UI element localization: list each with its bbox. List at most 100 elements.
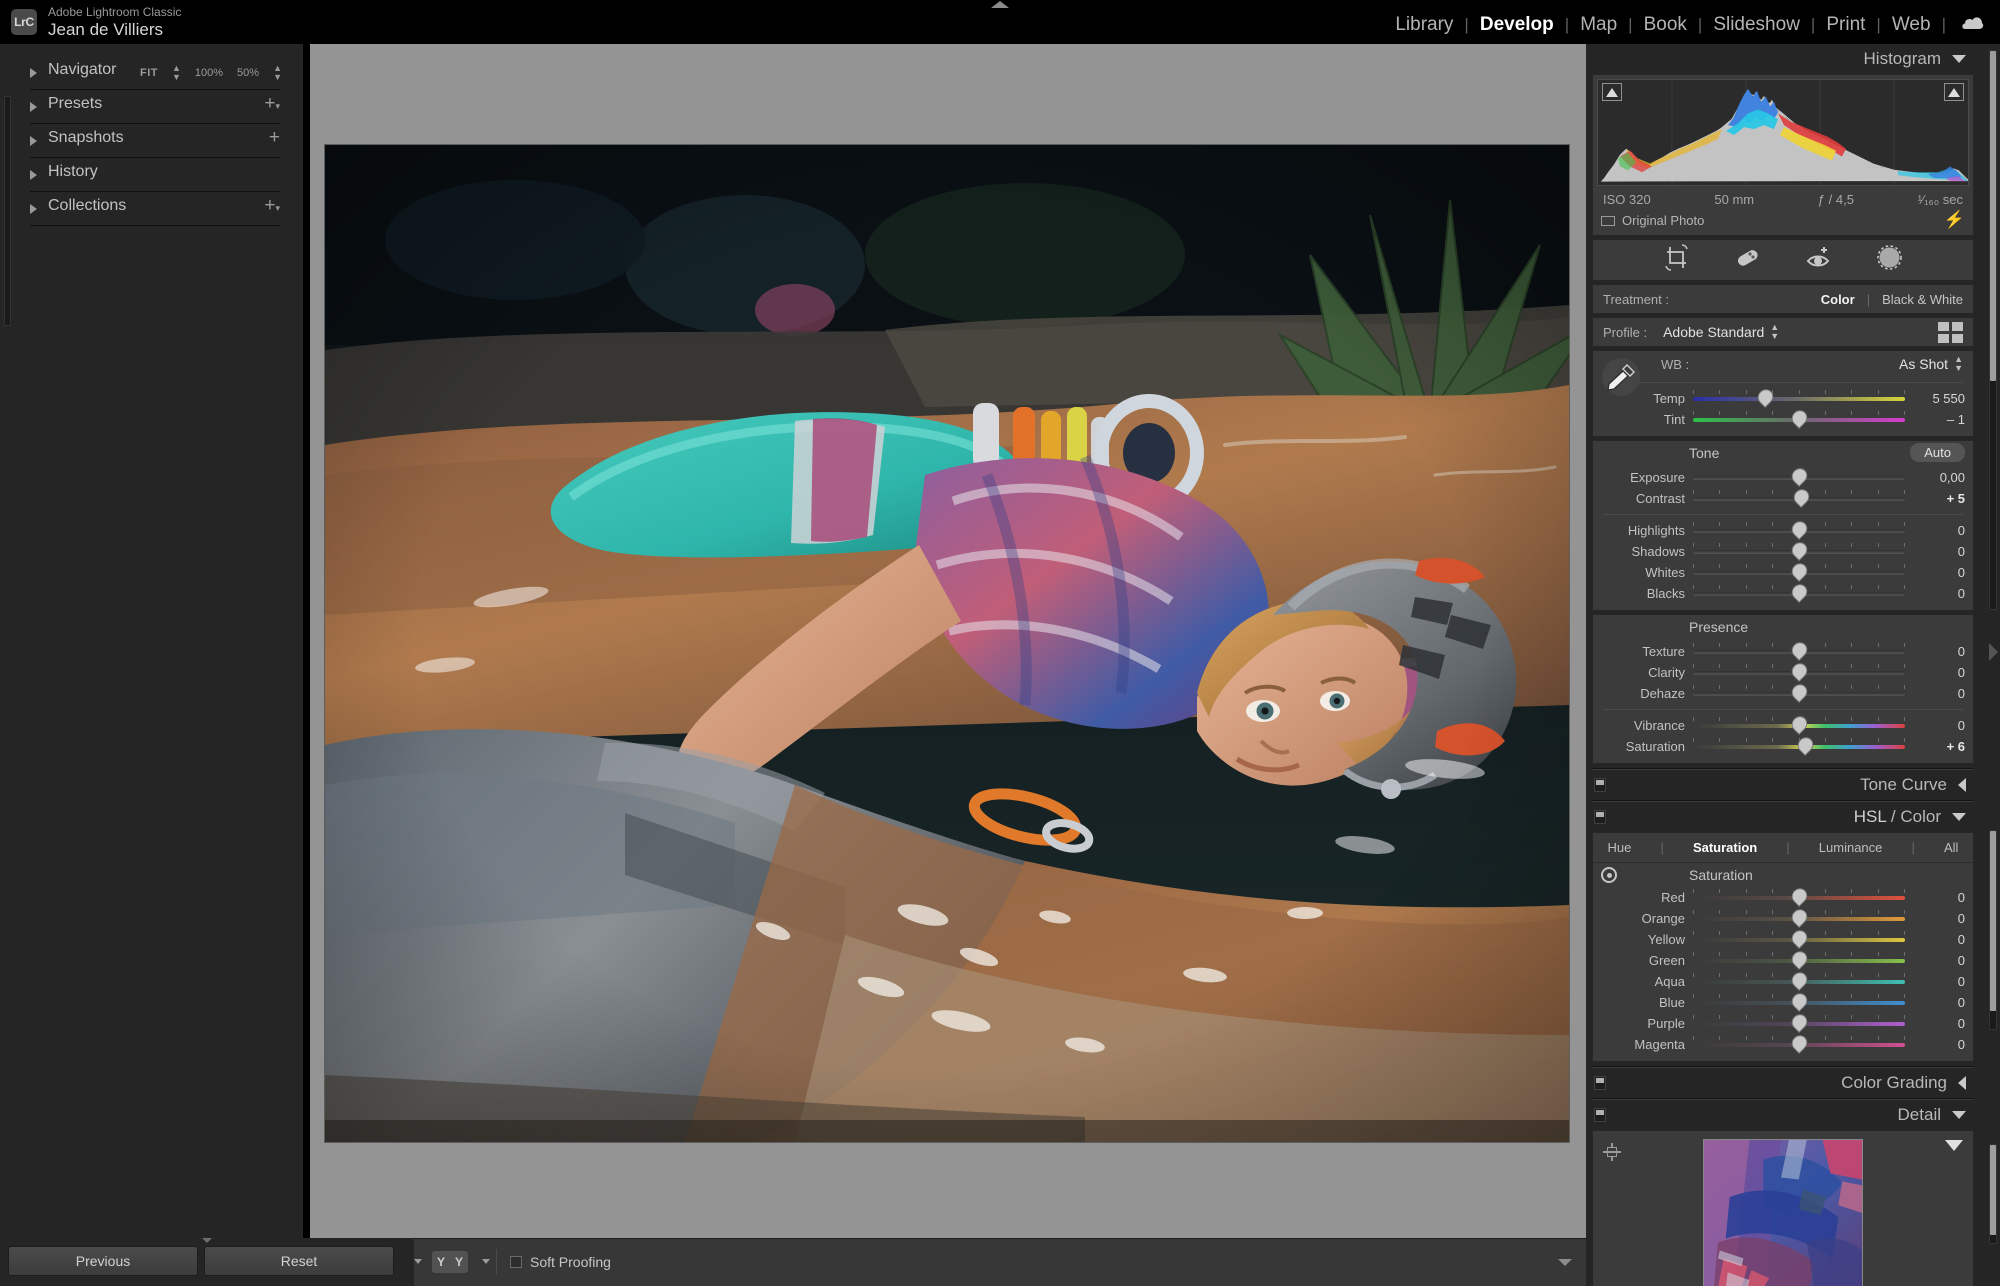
tab-hue[interactable]: Hue xyxy=(1608,840,1632,855)
zoom-fit-stepper-icon[interactable]: ▲ ▼ xyxy=(172,64,181,82)
module-slideshow[interactable]: Slideshow xyxy=(1702,14,1811,36)
slider-highlights[interactable]: Highlights 0 xyxy=(1593,518,1973,541)
slider-hsl-aqua[interactable]: Aqua 0 xyxy=(1593,969,1973,992)
treatment-bw-option[interactable]: Black & White xyxy=(1882,292,1963,307)
sidebar-item-presets[interactable]: Presets +▾ xyxy=(22,90,302,123)
masking-icon[interactable] xyxy=(1876,244,1903,276)
spot-removal-icon[interactable] xyxy=(1734,244,1761,276)
module-library[interactable]: Library xyxy=(1384,14,1464,36)
slider-hsl-orange[interactable]: Orange 0 xyxy=(1593,906,1973,929)
slider-dehaze[interactable]: Dehaze 0 xyxy=(1593,681,1973,704)
panel-header-histogram[interactable]: Histogram xyxy=(1592,44,1974,74)
right-panel-scrollbar-mid[interactable] xyxy=(1989,830,1997,1030)
detail-loupe-target-icon[interactable] xyxy=(1603,1143,1621,1161)
chevron-down-icon[interactable] xyxy=(1952,813,1966,821)
slider-shadows[interactable]: Shadows 0 xyxy=(1593,539,1973,562)
module-web[interactable]: Web xyxy=(1881,14,1942,36)
add-preset-icon[interactable]: +▾ xyxy=(264,93,280,115)
slider-hsl-green[interactable]: Green 0 xyxy=(1593,948,1973,971)
detail-loupe-preview[interactable] xyxy=(1703,1139,1863,1286)
slider-hsl-purple[interactable]: Purple 0 xyxy=(1593,1011,1973,1034)
slider-contrast[interactable]: Contrast + 5 xyxy=(1593,486,1973,509)
add-snapshot-icon[interactable]: + xyxy=(269,127,280,149)
identity-plate[interactable]: Adobe Lightroom Classic Jean de Villiers xyxy=(48,5,181,40)
panel-header-hsl-color[interactable]: HSL / Color xyxy=(1592,802,1974,832)
chevron-left-icon[interactable] xyxy=(1958,778,1966,792)
wb-stepper-icon[interactable]: ▲ ▼ xyxy=(1954,355,1963,373)
red-eye-correction-icon[interactable] xyxy=(1805,244,1832,276)
chevron-right-icon[interactable] xyxy=(30,102,37,112)
slider-exposure[interactable]: Exposure 0,00 xyxy=(1593,465,1973,488)
right-panel-show-hide-arrow-icon[interactable] xyxy=(1989,643,1998,661)
panel-header-color-grading[interactable]: Color Grading xyxy=(1592,1068,1974,1098)
slider-temp[interactable]: Temp 5 550 xyxy=(1593,386,1973,409)
slider-whites[interactable]: Whites 0 xyxy=(1593,560,1973,583)
image-canvas[interactable] xyxy=(310,44,1586,1238)
chevron-left-icon[interactable] xyxy=(1958,1076,1966,1090)
zoom-50[interactable]: 50% xyxy=(237,67,259,79)
previous-button[interactable]: Previous xyxy=(8,1246,198,1276)
chevron-right-icon[interactable] xyxy=(30,204,37,214)
slider-tint[interactable]: Tint – 1 xyxy=(1593,407,1973,430)
reset-button[interactable]: Reset xyxy=(204,1246,394,1276)
footer-collapse-caret-icon[interactable] xyxy=(202,1238,212,1243)
slider-saturation[interactable]: Saturation + 6 xyxy=(1593,734,1973,757)
chevron-down-icon[interactable] xyxy=(1952,55,1966,63)
chevron-right-icon[interactable] xyxy=(30,136,37,146)
before-after-menu-caret-icon[interactable] xyxy=(414,1259,422,1264)
slider-knob[interactable] xyxy=(1788,465,1811,487)
module-develop[interactable]: Develop xyxy=(1469,14,1565,36)
zoom-fit[interactable]: FIT xyxy=(140,67,158,79)
original-photo-row[interactable]: Original Photo ⚡ xyxy=(1593,207,1973,235)
tab-all[interactable]: All xyxy=(1944,840,1958,855)
tab-saturation[interactable]: Saturation xyxy=(1693,840,1757,855)
slider-blacks[interactable]: Blacks 0 xyxy=(1593,581,1973,604)
auto-tone-button[interactable]: Auto xyxy=(1910,443,1965,462)
wb-value[interactable]: As Shot xyxy=(1899,356,1948,372)
shadow-clipping-icon[interactable] xyxy=(1602,83,1622,101)
left-panel-scrollbar[interactable] xyxy=(4,96,11,326)
right-panel-scrollbar-lower[interactable] xyxy=(1989,1144,1997,1244)
chevron-down-icon[interactable] xyxy=(1952,1111,1966,1119)
zoom-100[interactable]: 100% xyxy=(195,67,223,79)
zoom-custom-stepper-icon[interactable]: ▲ ▼ xyxy=(273,64,282,82)
slider-texture[interactable]: Texture 0 xyxy=(1593,639,1973,662)
photo-preview[interactable] xyxy=(325,145,1569,1142)
crop-overlay-icon[interactable] xyxy=(1663,244,1690,276)
slider-hsl-blue[interactable]: Blue 0 xyxy=(1593,990,1973,1013)
chevron-right-icon[interactable] xyxy=(30,68,37,78)
target-adjustment-icon[interactable] xyxy=(1601,867,1617,883)
soft-proofing-checkbox[interactable] xyxy=(510,1256,522,1268)
sidebar-item-history[interactable]: History xyxy=(22,158,302,191)
detail-disclosure-caret-icon[interactable] xyxy=(1945,1140,1963,1151)
histogram-graph[interactable] xyxy=(1597,79,1969,186)
cloud-icon[interactable] xyxy=(1958,13,1986,37)
slider-vibrance[interactable]: Vibrance 0 xyxy=(1593,713,1973,736)
survey-compare-button[interactable]: Y Y xyxy=(432,1251,469,1273)
sidebar-item-snapshots[interactable]: Snapshots + xyxy=(22,124,302,157)
toolbar-options-caret-icon[interactable] xyxy=(1558,1259,1572,1266)
slider-hsl-magenta[interactable]: Magenta 0 xyxy=(1593,1032,1973,1055)
profile-value[interactable]: Adobe Standard xyxy=(1663,324,1764,340)
profile-browser-icon[interactable] xyxy=(1938,321,1963,343)
panel-header-detail[interactable]: Detail xyxy=(1592,1100,1974,1130)
slider-hsl-yellow[interactable]: Yellow 0 xyxy=(1593,927,1973,950)
hsl-switch[interactable] xyxy=(1594,810,1606,824)
top-panel-collapse-arrow-icon[interactable] xyxy=(991,1,1009,8)
highlight-clipping-icon[interactable] xyxy=(1944,83,1964,101)
module-map[interactable]: Map xyxy=(1569,14,1628,36)
survey-menu-caret-icon[interactable] xyxy=(482,1259,490,1264)
tone-curve-switch[interactable] xyxy=(1594,778,1606,792)
detail-switch[interactable] xyxy=(1594,1108,1606,1122)
module-print[interactable]: Print xyxy=(1815,14,1876,36)
slider-clarity[interactable]: Clarity 0 xyxy=(1593,660,1973,683)
treatment-color-option[interactable]: Color xyxy=(1821,292,1855,307)
color-grading-switch[interactable] xyxy=(1594,1076,1606,1090)
module-book[interactable]: Book xyxy=(1633,14,1698,36)
sidebar-item-collections[interactable]: Collections +▾ xyxy=(22,192,302,225)
profile-stepper-icon[interactable]: ▲ ▼ xyxy=(1770,323,1779,341)
right-panel-scrollbar-upper[interactable] xyxy=(1989,50,1997,610)
chevron-right-icon[interactable] xyxy=(30,170,37,180)
slider-hsl-red[interactable]: Red 0 xyxy=(1593,885,1973,908)
tab-luminance[interactable]: Luminance xyxy=(1819,840,1883,855)
